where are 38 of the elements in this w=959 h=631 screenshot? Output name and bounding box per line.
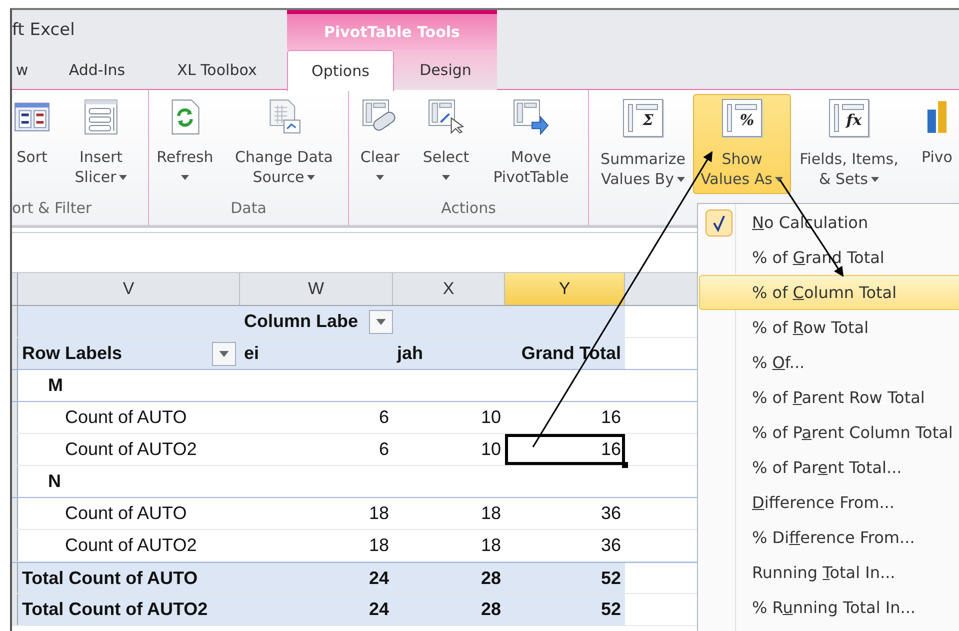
table-cell: 28 (393, 594, 505, 625)
field-list-icon: Σ (623, 99, 663, 137)
table-cell: 28 (393, 563, 505, 593)
table-cell: 24 (240, 563, 393, 593)
field-list-icon: fx (829, 99, 869, 137)
row-label: N (47, 470, 62, 493)
row-label: Count of AUTO2 (64, 534, 198, 557)
table-cell: 52 (505, 594, 625, 625)
table-cell-text: 18 (368, 502, 390, 525)
group-label: Data (230, 199, 266, 217)
row-label: Count of AUTO2 (64, 438, 198, 461)
row-label: Count of AUTO (64, 502, 188, 525)
table-cell-text: 6 (378, 406, 390, 429)
table-cell-text: 10 (480, 438, 502, 461)
row-label: Count of AUTO (64, 406, 188, 429)
table-cell-text: 10 (480, 406, 502, 429)
field-list-icon: % (722, 99, 762, 137)
table-cell-text: 18 (368, 534, 390, 557)
table-cell-text: 36 (600, 502, 622, 525)
window-title: ft Excel (12, 20, 75, 40)
table-cell-text: 36 (600, 534, 622, 557)
column-heading: ei (240, 338, 393, 369)
table-cell-text: 18 (480, 502, 502, 525)
row-label: Total Count of AUTO2 (18, 594, 240, 625)
column-heading: jah (393, 338, 505, 369)
group-label: ort & Filter (12, 199, 92, 217)
group-label: Actions (441, 199, 496, 217)
table-cell-text: 18 (480, 534, 502, 557)
context-tab-header: PivotTable Tools (287, 10, 497, 50)
table-cell: 16 (505, 434, 625, 465)
row-labels-header: Row Labels (22, 343, 122, 364)
table-cell-text: 16 (600, 406, 622, 429)
row-label: Total Count of AUTO (18, 563, 240, 593)
table-cell-text: 6 (378, 438, 390, 461)
table-cell: 52 (505, 563, 625, 593)
row-label: M (47, 374, 64, 397)
table-cell: 24 (240, 594, 393, 625)
column-labels-header: Column Labe (243, 311, 360, 332)
